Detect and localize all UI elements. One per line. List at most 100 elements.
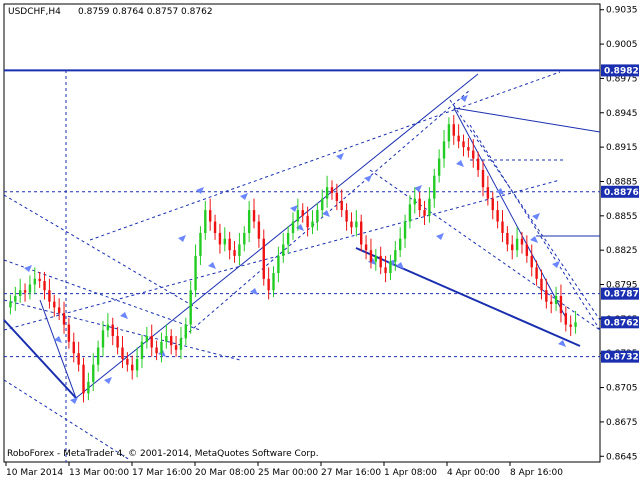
candle-body [467, 147, 470, 151]
candle-body [238, 244, 241, 256]
candle-body [223, 238, 226, 245]
candle-body [447, 124, 451, 142]
candle-body [364, 244, 368, 251]
candle-body [481, 170, 485, 188]
candle-body [335, 192, 339, 201]
candle-body [369, 250, 373, 262]
candle-body [330, 187, 334, 193]
candle-body [53, 301, 56, 308]
chart-symbol: USDCHF,H4 [8, 7, 61, 17]
candle-body [520, 238, 524, 245]
y-tick-label: 0.8825 [606, 246, 638, 256]
candle-body [213, 221, 217, 233]
candle-body [208, 210, 212, 222]
candle-body [491, 198, 494, 211]
y-tick-label: 0.8915 [606, 143, 638, 153]
candle-body [43, 281, 46, 291]
candle-body [525, 244, 529, 256]
candle-body [121, 347, 124, 359]
candle-body [559, 295, 563, 314]
candle-body [296, 210, 300, 222]
candle-body [257, 221, 261, 239]
candle-body [131, 364, 134, 371]
candle-body [277, 255, 280, 274]
candle-body [476, 158, 480, 171]
candle-body [506, 233, 509, 245]
candle-body [511, 244, 514, 251]
candle-body [33, 278, 36, 285]
candle-body [457, 135, 460, 142]
candle-body [140, 341, 144, 359]
candle-body [379, 255, 382, 268]
x-tick-label: 4 Apr 00:00 [447, 468, 500, 478]
candle-body [106, 324, 110, 331]
candle-body [160, 341, 163, 354]
candle-body [23, 290, 27, 293]
x-tick-label: 10 Mar 2014 [6, 468, 63, 478]
candle-body [126, 358, 129, 365]
candle-body [515, 238, 519, 251]
candle-body [252, 210, 256, 222]
candle-body [569, 324, 572, 327]
chart-ohlc: 0.8759 0.8764 0.8757 0.8762 [78, 7, 213, 17]
candle-body [96, 347, 100, 365]
candle-body [350, 221, 353, 228]
price-label-text: 0.8982 [604, 66, 639, 76]
candle-body [540, 278, 543, 291]
x-tick-label: 25 Mar 00:00 [258, 468, 318, 478]
candle-body [272, 273, 275, 291]
candle-body [423, 210, 426, 216]
candle-body [550, 301, 553, 304]
candle-body [116, 336, 119, 348]
candle-body [496, 210, 499, 222]
candle-body [267, 278, 270, 291]
candle-body [442, 141, 446, 159]
candle-body [355, 221, 358, 228]
candle-body [228, 238, 231, 251]
candle-body [92, 364, 95, 382]
candle-body [247, 210, 251, 233]
candle-body [184, 324, 188, 339]
y-tick-label: 0.9005 [606, 40, 638, 50]
candle-body [174, 345, 178, 350]
chart-copyright: RoboForex - MetaTrader 4, © 2001-2014, M… [7, 449, 319, 459]
candle-body [38, 278, 41, 282]
price-label-text: 0.8732 [604, 353, 639, 363]
candle-body [82, 364, 85, 394]
candle-body [243, 233, 246, 245]
candle-body [340, 200, 343, 211]
candle-body [462, 141, 465, 148]
y-tick-label: 0.8645 [606, 452, 638, 462]
candle-body [62, 313, 66, 325]
candle-body [325, 187, 329, 199]
candle-body [165, 336, 168, 342]
candle-body [564, 313, 568, 325]
candle-body [530, 255, 533, 268]
candle-body [345, 210, 348, 222]
candle-body [194, 255, 197, 291]
candle-body [501, 221, 504, 233]
x-tick-label: 20 Mar 08:00 [195, 468, 255, 478]
candle-body [101, 330, 105, 348]
candle-body [155, 347, 158, 354]
price-chart: 0.90350.90050.89750.89450.89150.88850.88… [0, 0, 640, 480]
candle-body [282, 244, 285, 256]
candle-body [204, 210, 207, 233]
candle-body [437, 158, 441, 176]
candle-body [67, 324, 71, 342]
candle-body [18, 290, 22, 296]
price-label-text: 0.8762 [604, 318, 639, 328]
candle-body [9, 301, 12, 308]
candle-body [389, 261, 392, 274]
candle-body [14, 295, 17, 302]
x-tick-label: 17 Mar 16:00 [132, 468, 192, 478]
chart-background [0, 0, 640, 480]
candle-body [48, 290, 51, 302]
candle-body [394, 250, 397, 262]
candle-body [291, 221, 295, 233]
candle-body [554, 295, 558, 304]
candle-body [286, 233, 290, 245]
candle-body [418, 198, 421, 211]
candle-body [321, 198, 324, 211]
candle-body [398, 238, 402, 251]
